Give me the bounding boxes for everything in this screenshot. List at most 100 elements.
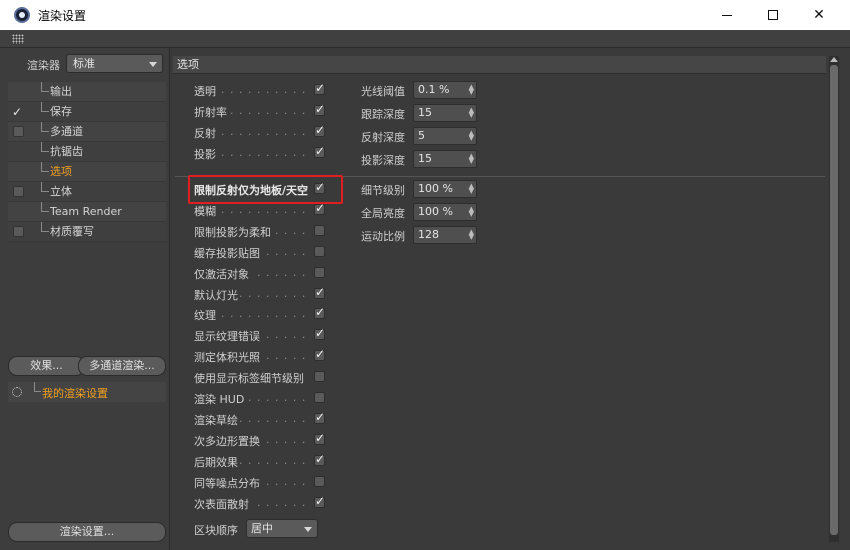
sidebar-item[interactable]: 多通道	[8, 122, 166, 142]
option-row: 次多边形置换	[194, 430, 329, 450]
tree-branch	[41, 182, 49, 192]
tree-branch	[41, 142, 49, 152]
option-checkbox[interactable]	[314, 285, 325, 299]
option-checkbox[interactable]	[314, 102, 325, 116]
options-panel: 选项 透明折射率反射投影 光线阈值0.1 %▲▼跟踪深度15▲▼反射深度5▲▼投…	[171, 48, 850, 550]
option-label: 默认灯光	[194, 286, 240, 303]
option-checkbox[interactable]	[314, 81, 325, 95]
scroll-thumb[interactable]	[830, 65, 838, 535]
numeric-row: 全局亮度 100 % ▲ ▼	[361, 202, 491, 222]
effects-button[interactable]: 效果...	[8, 356, 85, 376]
option-label: 投影	[194, 145, 218, 162]
option-checkbox[interactable]	[314, 371, 325, 383]
renderer-select[interactable]: 标准	[66, 54, 163, 73]
block-order-label: 区块顺序	[194, 522, 240, 538]
numeric-row: 光线阈值 0.1 % ▲ ▼	[361, 80, 491, 100]
option-label: 模糊	[194, 202, 218, 219]
minimize-button[interactable]	[704, 0, 750, 30]
option-checkbox[interactable]	[314, 494, 325, 508]
numeric-input[interactable]: 15 ▲ ▼	[413, 104, 477, 122]
option-checkbox[interactable]	[314, 201, 325, 215]
option-label: 次多边形置换	[194, 432, 262, 449]
spinner-icon[interactable]: ▲ ▼	[469, 130, 474, 142]
sidebar-item[interactable]: 材质覆写	[8, 222, 166, 242]
numeric-label: 全局亮度	[361, 207, 405, 220]
tree-branch	[41, 122, 49, 132]
option-checkbox[interactable]	[314, 144, 325, 158]
close-button[interactable]: ✕	[796, 0, 842, 30]
numeric-row: 投影深度 15 ▲ ▼	[361, 149, 491, 169]
sidebar-item-label: 多通道	[50, 125, 83, 138]
option-label: 次表面散射	[194, 495, 251, 512]
sidebar-item[interactable]: 输出	[8, 82, 166, 102]
numeric-label: 投影深度	[361, 154, 405, 167]
option-checkbox[interactable]	[314, 224, 325, 236]
option-label: 渲染草绘	[194, 411, 240, 428]
render-settings-button[interactable]: 渲染设置...	[8, 522, 166, 542]
renderer-row: 渲染器 标准	[0, 54, 170, 74]
sidebar-item[interactable]: Team Render	[8, 202, 166, 222]
render-setting-item[interactable]: 我的渲染设置	[8, 382, 166, 402]
numeric-value: 100 %	[418, 182, 453, 195]
spinner-icon[interactable]: ▲ ▼	[469, 153, 474, 165]
numeric-input[interactable]: 5 ▲ ▼	[413, 127, 477, 145]
option-label: 透明	[194, 83, 218, 99]
tree-branch	[41, 162, 49, 172]
option-row: 使用显示标签细节级别	[194, 367, 329, 387]
option-label: 测定体积光照	[194, 349, 262, 366]
sidebar-item[interactable]: 选项	[8, 162, 166, 182]
option-row: 渲染草绘	[194, 409, 329, 429]
option-label: 纹理	[194, 307, 218, 324]
option-label: 限制投影为柔和	[194, 223, 273, 240]
scroll-up-icon[interactable]	[830, 57, 838, 62]
option-label: 渲染 HUD	[194, 391, 247, 407]
numeric-input[interactable]: 128 ▲ ▼	[413, 226, 477, 244]
highlight-annotation	[188, 175, 343, 204]
settings-sidebar: 渲染器 标准 输出 ✓ 保存多通道抗锯齿 选项 立体 Team Render 材质覆写 效果…	[0, 48, 170, 550]
sidebar-item[interactable]: 立体	[8, 182, 166, 202]
option-checkbox[interactable]	[314, 245, 325, 257]
block-order-row: 区块顺序 居中	[194, 519, 334, 539]
minimize-icon	[722, 14, 732, 16]
numeric-label: 光线阈值	[361, 85, 405, 98]
option-checkbox[interactable]	[314, 431, 325, 445]
sidebar-item-checkbox[interactable]	[13, 186, 24, 197]
numeric-input[interactable]: 100 % ▲ ▼	[413, 203, 477, 221]
tree-branch	[41, 222, 49, 232]
option-checkbox[interactable]	[314, 392, 325, 403]
numeric-input[interactable]: 100 % ▲ ▼	[413, 180, 477, 198]
option-checkbox[interactable]	[314, 123, 325, 137]
spinner-icon[interactable]: ▲ ▼	[469, 107, 474, 119]
sidebar-item[interactable]: 抗锯齿	[8, 142, 166, 162]
option-checkbox[interactable]	[314, 475, 325, 487]
sidebar-item-label: Team Render	[50, 205, 122, 218]
maximize-icon	[768, 10, 778, 20]
option-checkbox[interactable]	[314, 266, 325, 278]
option-checkbox[interactable]	[314, 410, 325, 424]
numeric-label: 细节级别	[361, 184, 405, 197]
panel-grip-bar	[0, 30, 850, 48]
spinner-icon[interactable]: ▲ ▼	[469, 229, 474, 241]
block-order-select[interactable]: 居中	[246, 519, 318, 538]
multipass-render-button[interactable]: 多通道渲染...	[78, 356, 166, 376]
numeric-value: 128	[418, 228, 439, 241]
option-checkbox[interactable]	[314, 305, 325, 320]
numeric-input[interactable]: 15 ▲ ▼	[413, 150, 477, 168]
spinner-icon[interactable]: ▲ ▼	[469, 206, 474, 218]
check-icon[interactable]: ✓	[12, 102, 22, 122]
sidebar-item-checkbox[interactable]	[13, 226, 24, 237]
scrollbar[interactable]	[829, 56, 839, 542]
grip-icon[interactable]	[12, 34, 24, 44]
spinner-icon[interactable]: ▲ ▼	[469, 84, 474, 96]
maximize-button[interactable]	[750, 0, 796, 30]
block-order-value: 居中	[251, 522, 273, 535]
option-checkbox[interactable]	[314, 326, 325, 341]
option-checkbox[interactable]	[314, 452, 325, 466]
option-checkbox[interactable]	[314, 347, 325, 362]
sidebar-item[interactable]: ✓ 保存	[8, 102, 166, 122]
sidebar-item-checkbox[interactable]	[13, 126, 24, 137]
numeric-input[interactable]: 0.1 % ▲ ▼	[413, 81, 477, 99]
spinner-icon[interactable]: ▲ ▼	[469, 183, 474, 195]
numeric-value: 0.1 %	[418, 83, 450, 96]
render-setting-name: 我的渲染设置	[42, 387, 108, 400]
